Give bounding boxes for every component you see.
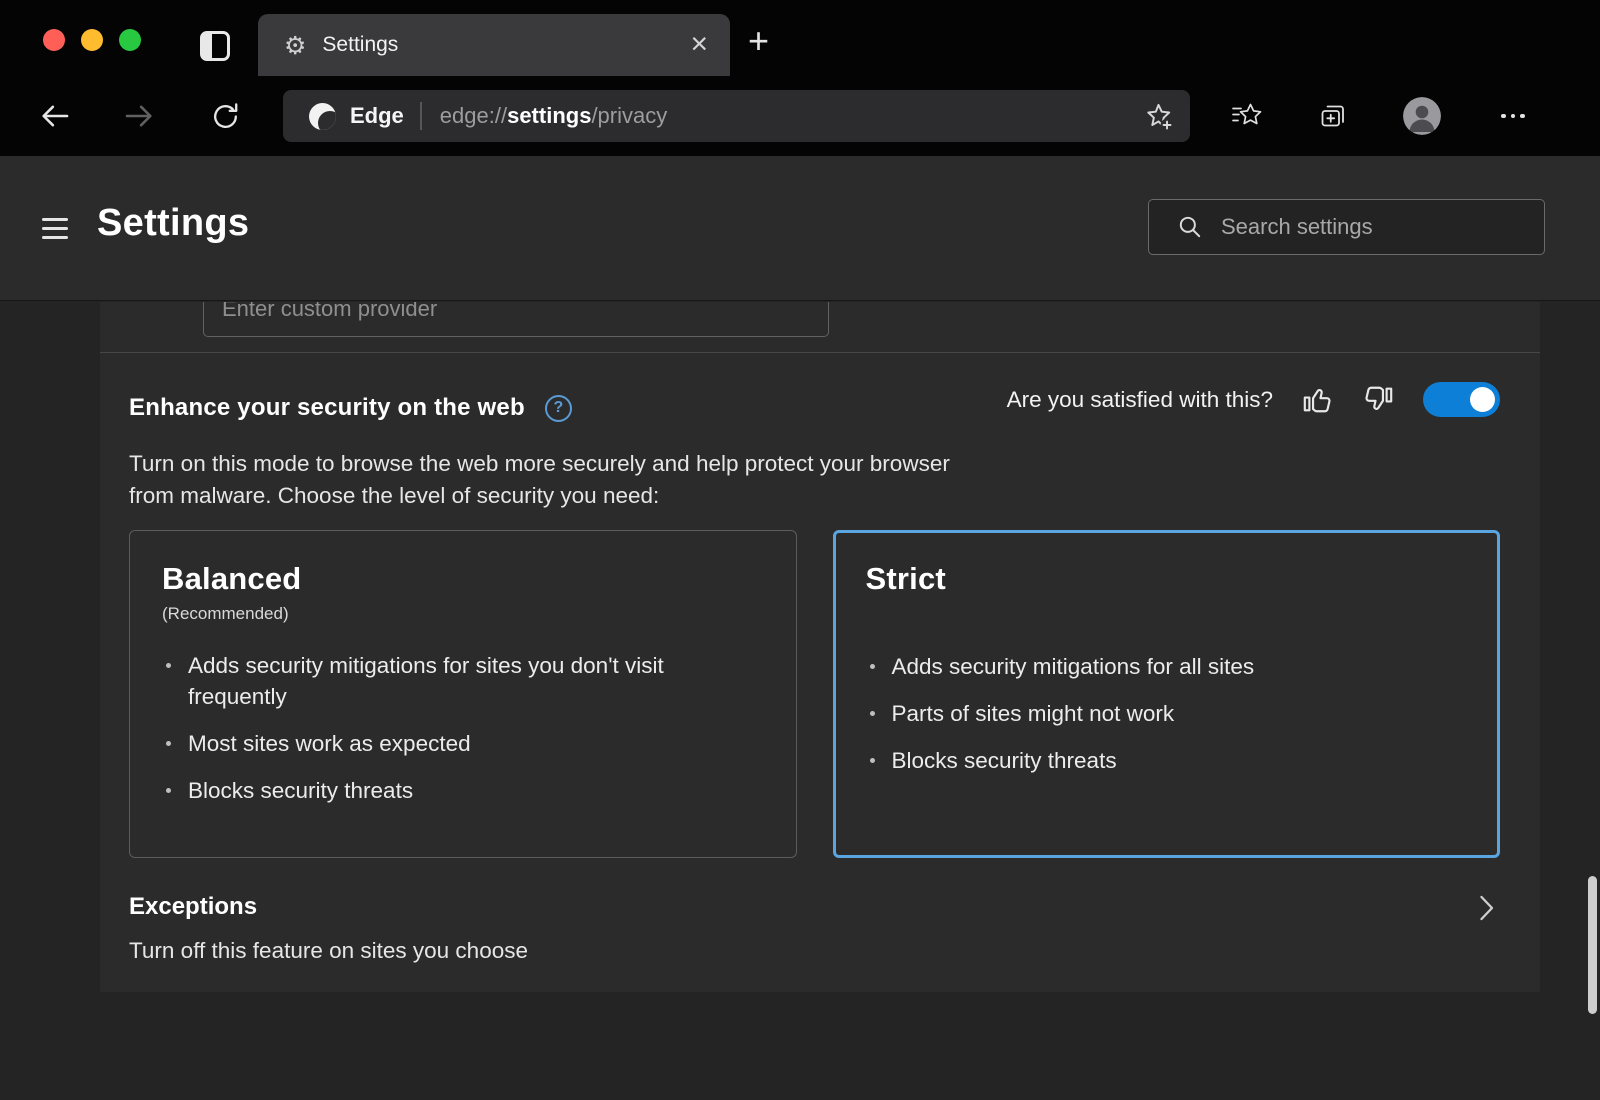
thumbs-up-icon[interactable] [1301,384,1334,415]
card-bullets: Adds security mitigations for all sites … [866,651,1468,776]
bullet-item: Adds security mitigations for all sites [866,651,1468,682]
help-icon[interactable]: ? [545,395,572,422]
search-icon [1177,214,1203,240]
exceptions-title: Exceptions [129,893,257,921]
browser-window: ⚙ Settings × + Edge edge:// settings /pr… [0,0,1600,1100]
scrollbar-thumb[interactable] [1588,876,1597,1014]
bullet-item: Blocks security threats [162,775,764,806]
bullet-item: Parts of sites might not work [866,698,1468,729]
bullet-dot [870,711,875,716]
url-scheme: edge:// [440,103,507,129]
bullet-dot [166,741,171,746]
settings-page-header: Settings [0,156,1600,301]
security-section-title: Enhance your security on the web [129,394,525,422]
toggle-knob [1470,387,1495,412]
gear-icon: ⚙ [284,33,306,58]
favorites-icon[interactable] [1231,101,1263,131]
browser-tab-settings[interactable]: ⚙ Settings × [258,14,730,76]
profile-avatar[interactable] [1403,97,1441,135]
card-title: Balanced [162,561,764,597]
minimize-window-button[interactable] [81,29,103,51]
collections-icon[interactable] [1318,101,1348,131]
security-card-balanced[interactable]: Balanced (Recommended) Adds security mit… [129,530,797,858]
security-section-heading-row: Enhance your security on the web ? [129,394,572,422]
address-bar[interactable]: Edge edge:// settings /privacy [283,90,1190,142]
zoom-window-button[interactable] [119,29,141,51]
thumbs-down-icon[interactable] [1362,384,1395,415]
custom-provider-input[interactable] [203,302,829,337]
card-bullets: Adds security mitigations for sites you … [162,650,764,806]
tab-title: Settings [322,33,398,57]
address-separator [420,102,422,130]
security-card-strict[interactable]: Strict Adds security mitigations for all… [833,530,1501,858]
edge-logo-icon [309,103,336,130]
card-subtitle: (Recommended) [162,604,764,624]
bullet-dot [870,664,875,669]
reload-icon[interactable] [210,101,241,132]
section-divider [100,352,1540,353]
url-path: /privacy [591,103,667,129]
new-tab-button[interactable]: + [748,23,769,59]
more-menu-icon[interactable] [1496,99,1530,133]
forward-icon[interactable] [122,99,156,133]
exceptions-subtitle: Turn off this feature on sites you choos… [129,938,528,964]
privacy-settings-panel: Enhance your security on the web ? Are y… [100,302,1540,992]
browser-toolbar: Edge edge:// settings /privacy [0,76,1600,156]
bullet-item: Blocks security threats [866,745,1468,776]
bullet-item: Adds security mitigations for sites you … [162,650,764,712]
chevron-right-icon[interactable] [1479,894,1495,922]
close-window-button[interactable] [43,29,65,51]
titlebar: ⚙ Settings × + [0,0,1600,76]
feedback-row: Are you satisfied with this? [1007,382,1500,417]
back-icon[interactable] [38,99,72,133]
card-title: Strict [866,561,1468,597]
bullet-dot [166,788,171,793]
page-title: Settings [97,202,249,245]
bullet-dot [166,663,171,668]
site-label: Edge [350,103,404,129]
menu-icon[interactable] [42,218,68,245]
window-controls [43,29,141,51]
feedback-question: Are you satisfied with this? [1007,387,1273,413]
bullet-dot [870,758,875,763]
security-level-cards: Balanced (Recommended) Adds security mit… [129,530,1500,858]
url-host: settings [507,103,591,129]
security-description: Turn on this mode to browse the web more… [129,448,979,511]
add-favorite-icon[interactable] [1143,101,1174,132]
security-toggle[interactable] [1423,382,1500,417]
close-tab-icon[interactable]: × [690,29,708,59]
search-settings-input[interactable] [1221,214,1528,240]
search-settings-box [1148,199,1545,255]
tab-overview-icon[interactable] [200,31,230,61]
settings-content: Enhance your security on the web ? Are y… [0,302,1600,1100]
bullet-item: Most sites work as expected [162,728,764,759]
